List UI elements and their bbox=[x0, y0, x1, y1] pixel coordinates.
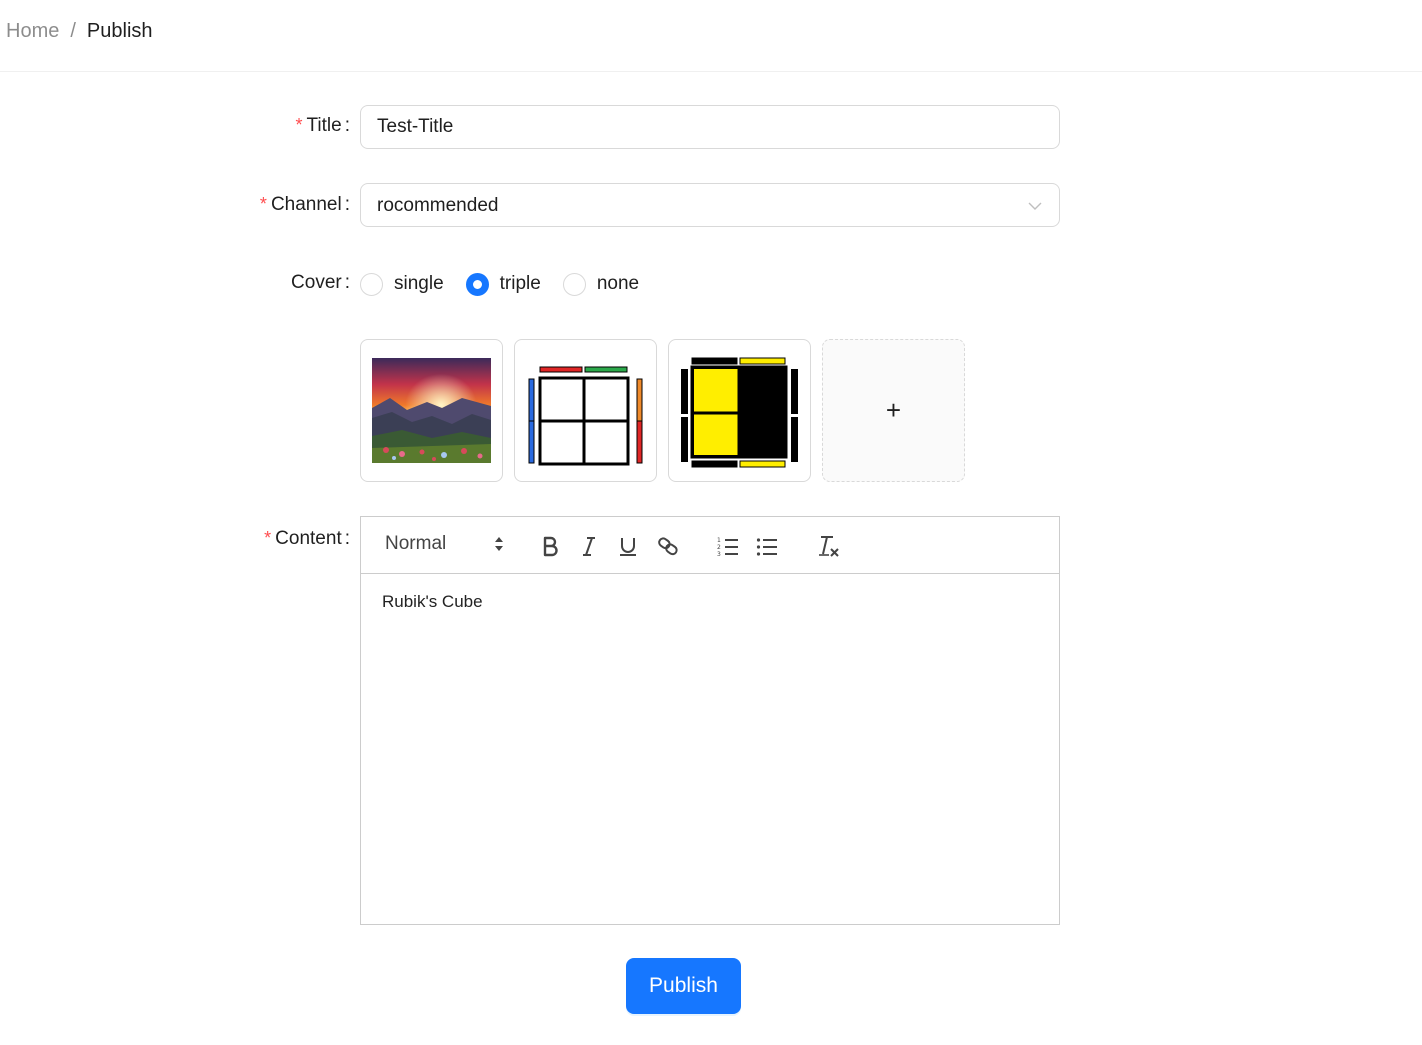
cover-label: Cover: bbox=[291, 272, 350, 293]
radio-circle[interactable] bbox=[562, 272, 586, 296]
select-arrows-icon bbox=[495, 537, 503, 551]
required-mark: * bbox=[259, 194, 267, 214]
svg-text:2: 2 bbox=[717, 544, 721, 551]
page-header: Home / Publish bbox=[0, 0, 1422, 72]
ordered-list-button[interactable]: 1 2 3 bbox=[715, 533, 741, 559]
underline-button[interactable] bbox=[615, 533, 641, 559]
channel-select[interactable]: rocommended bbox=[360, 183, 1060, 227]
chevron-down-icon bbox=[1028, 202, 1042, 210]
bold-button[interactable] bbox=[537, 533, 563, 559]
link-icon bbox=[658, 537, 678, 556]
radio-circle-checked[interactable] bbox=[465, 272, 489, 296]
cover-upload-add-button[interactable]: + bbox=[822, 339, 965, 482]
italic-button[interactable] bbox=[576, 533, 602, 559]
publish-button[interactable]: Publish bbox=[626, 958, 741, 1014]
cover-upload-list: + bbox=[360, 339, 965, 482]
cover-image-card[interactable] bbox=[514, 339, 657, 482]
editor-paragraph[interactable]: Rubik's Cube bbox=[382, 592, 1038, 612]
svg-text:1: 1 bbox=[717, 537, 721, 544]
ordered-list-icon: 1 2 3 bbox=[717, 537, 738, 557]
editor-content-area[interactable]: Rubik's Cube bbox=[361, 574, 1059, 630]
bullet-list-button[interactable] bbox=[754, 533, 780, 559]
underline-icon bbox=[620, 538, 636, 556]
plus-icon: + bbox=[885, 395, 902, 425]
breadcrumb-separator: / bbox=[70, 20, 76, 42]
cover-radio-group: single triple none bbox=[360, 271, 661, 297]
breadcrumb: Home / Publish bbox=[6, 20, 153, 43]
required-mark: * bbox=[264, 528, 272, 548]
editor-toolbar: Normal 1 2 3 bbox=[361, 517, 1059, 574]
clear-format-icon bbox=[819, 536, 839, 557]
header-format-select[interactable]: Normal bbox=[385, 533, 505, 557]
channel-label: * Channel: bbox=[259, 194, 350, 215]
channel-select-value: rocommended bbox=[377, 195, 499, 216]
cover-image-card[interactable] bbox=[668, 339, 811, 482]
bullet-list-icon bbox=[756, 538, 777, 556]
cover-radio-single[interactable]: single bbox=[360, 272, 444, 296]
cover-radio-none[interactable]: none bbox=[562, 272, 639, 296]
title-input[interactable] bbox=[360, 105, 1060, 149]
link-button[interactable] bbox=[655, 533, 681, 559]
svg-text:3: 3 bbox=[717, 551, 721, 557]
breadcrumb-home-link[interactable]: Home bbox=[6, 20, 59, 43]
rubiks-cube-diagram-image bbox=[528, 366, 643, 466]
cover-image-card[interactable] bbox=[360, 339, 503, 482]
required-mark: * bbox=[295, 115, 303, 135]
bold-icon bbox=[543, 536, 558, 557]
sunset-landscape-image bbox=[372, 358, 491, 463]
italic-icon bbox=[583, 537, 595, 556]
title-label: * Title: bbox=[295, 115, 351, 136]
cover-radio-triple[interactable]: triple bbox=[465, 272, 541, 296]
rich-text-editor: Normal 1 2 3 Rubik's Cube bbox=[360, 516, 1060, 925]
rubiks-cube-yellow-image bbox=[681, 357, 798, 468]
breadcrumb-current: Publish bbox=[86, 20, 153, 42]
radio-circle[interactable] bbox=[360, 272, 383, 296]
clear-format-button[interactable] bbox=[815, 533, 841, 559]
content-label: * Content: bbox=[264, 528, 350, 549]
